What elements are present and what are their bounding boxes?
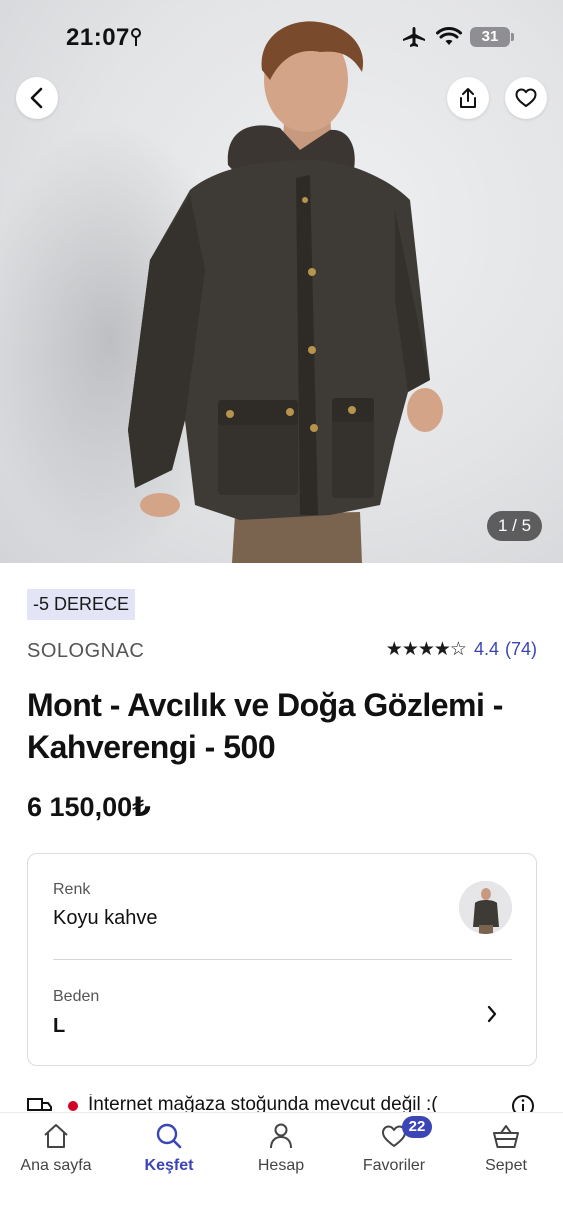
favorite-button[interactable] — [505, 77, 547, 119]
share-icon — [460, 88, 476, 108]
battery-cap — [511, 33, 514, 41]
airplane-icon — [403, 27, 425, 47]
product-title: Mont - Avcılık ve Doğa Gözlemi - Kahvere… — [27, 687, 503, 765]
battery-level: 31 — [481, 28, 499, 45]
color-label: Renk — [53, 881, 91, 898]
wifi-icon — [436, 27, 462, 45]
size-value: L — [53, 1015, 66, 1037]
search-icon — [156, 1123, 182, 1149]
back-button[interactable] — [16, 77, 58, 119]
tab-explore[interactable]: Keşfet — [119, 1121, 219, 1175]
user-icon — [270, 1123, 292, 1149]
location-arrow-icon — [131, 28, 141, 46]
promo-badge: -5 DERECE — [27, 589, 136, 620]
tab-cart[interactable]: Sepet — [456, 1121, 556, 1175]
brand-name[interactable]: SOLOGNAC — [27, 640, 144, 663]
status-time: 21:07 — [66, 24, 130, 51]
basket-icon — [493, 1125, 519, 1148]
share-button[interactable] — [447, 77, 489, 119]
options-divider — [53, 959, 512, 960]
stock-status-dot — [68, 1101, 78, 1111]
tab-favorites-label: Favoriler — [362, 1157, 426, 1174]
tab-home-label: Ana sayfa — [20, 1157, 92, 1174]
color-value: Koyu kahve — [53, 907, 158, 929]
swatch-thumbnail — [459, 881, 512, 934]
tab-account[interactable]: Hesap — [231, 1121, 331, 1175]
rating[interactable]: ★★★★☆ 4.4 (74) — [386, 638, 537, 661]
bottom-tab-bar: Ana sayfa Keşfet Hesap Favoriler Sepet — [0, 1112, 563, 1219]
image-pager: 1 / 5 — [487, 511, 542, 541]
tab-home[interactable]: Ana sayfa — [6, 1121, 106, 1175]
product-price: 6 150,00₺ — [27, 792, 151, 822]
home-icon — [44, 1124, 68, 1148]
rating-stars: ★★★★☆ — [385, 639, 467, 660]
color-swatch[interactable] — [459, 881, 512, 934]
status-bar: 21:07 31 — [0, 0, 563, 72]
size-label: Beden — [53, 988, 100, 1005]
favorites-count-badge: 22 — [402, 1116, 432, 1138]
tab-cart-label: Sepet — [485, 1157, 527, 1174]
options-card: Renk Koyu kahve Beden L — [27, 853, 537, 1066]
chevron-right-icon — [487, 1005, 497, 1023]
back-icon — [30, 87, 43, 109]
heart-icon — [515, 88, 537, 107]
tab-account-label: Hesap — [257, 1157, 305, 1174]
tab-explore-label: Keşfet — [144, 1157, 194, 1174]
rating-value: 4.4 — [473, 639, 499, 659]
rating-count: (74) — [504, 639, 537, 659]
